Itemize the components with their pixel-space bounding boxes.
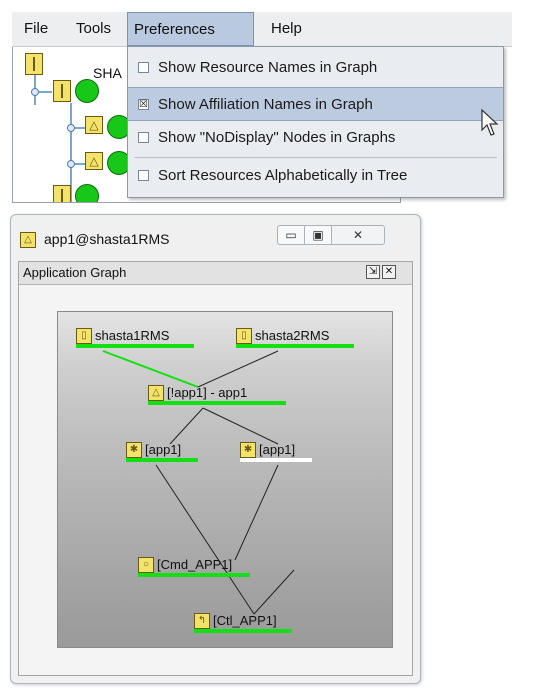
application-triangle-icon: △ xyxy=(85,116,103,134)
node-status-bar xyxy=(138,573,250,577)
node-status-bar xyxy=(76,344,194,348)
checkbox-unchecked-icon[interactable] xyxy=(138,132,149,143)
graph-node-ctl[interactable]: ↰ [Ctl_APP1] xyxy=(194,613,292,633)
graph-edge-shasta2-app1 xyxy=(197,350,279,388)
graph-node-cmd[interactable]: ○ [Cmd_APP1] xyxy=(138,557,250,577)
graph-edge-cmd-ctl xyxy=(253,569,295,615)
cmdline-icon: ○ xyxy=(138,557,154,573)
menu-item-label: Show Affiliation Names in Graph xyxy=(158,96,373,113)
application-window: △ app1@shasta1RMS ▭ ▣ ✕ Application Grap… xyxy=(10,214,421,684)
menu-bar: File Tools Preferences Help xyxy=(12,12,512,47)
menu-tools[interactable]: Tools xyxy=(69,12,118,46)
node-status-bar xyxy=(148,401,286,405)
menu-separator xyxy=(134,157,497,158)
application-triangle-icon: △ xyxy=(85,152,103,170)
graph-node-label: [app1] xyxy=(259,442,296,457)
cluster-icon xyxy=(25,53,43,75)
status-online-icon xyxy=(75,79,99,103)
application-triangle-icon: △ xyxy=(20,232,36,248)
menu-file[interactable]: File xyxy=(17,12,55,46)
system-icon xyxy=(53,80,71,102)
graph-node-shasta2[interactable]: ▯ shasta2RMS xyxy=(236,328,354,348)
menu-item-show-nodisplay-nodes[interactable]: Show "NoDisplay" Nodes in Graphs xyxy=(128,121,503,155)
graph-node-app1[interactable]: △ [!app1] - app1 xyxy=(148,385,286,405)
graph-node-c1[interactable]: ✱ [app1] xyxy=(126,442,198,462)
menu-item-show-resource-names[interactable]: Show Resource Names in Graph xyxy=(128,51,503,85)
graph-node-shasta1[interactable]: ▯ shasta1RMS xyxy=(76,328,194,348)
menu-help[interactable]: Help xyxy=(264,12,309,46)
graph-node-label: shasta2RMS xyxy=(255,328,330,343)
controller-star-icon: ✱ xyxy=(126,442,142,458)
node-status-bar xyxy=(194,629,292,633)
maximize-button[interactable]: ▣ xyxy=(304,225,332,245)
window-title: app1@shasta1RMS xyxy=(44,231,170,247)
graph-edge-c1-ctl xyxy=(155,464,255,615)
menu-item-label: Sort Resources Alphabetically in Tree xyxy=(158,167,408,184)
node-status-bar xyxy=(236,344,354,348)
menu-item-label: Show Resource Names in Graph xyxy=(158,59,378,76)
graph-edge-shasta1-app1 xyxy=(102,350,199,388)
graph-node-label: [app1] xyxy=(145,442,182,457)
menu-preferences[interactable]: Preferences xyxy=(127,12,254,46)
minimize-button[interactable]: ▭ xyxy=(277,225,305,245)
system-icon: ▯ xyxy=(76,328,92,344)
graph-node-c2[interactable]: ✱ [app1] xyxy=(240,442,312,462)
panel-header: Application Graph ⇲ ✕ xyxy=(19,262,412,285)
graph-edge-app1-c1 xyxy=(169,407,204,445)
controller-star-icon: ✱ xyxy=(240,442,256,458)
tree-root-label: SHA xyxy=(93,65,122,81)
preferences-dropdown: Show Resource Names in Graph ☒ Show Affi… xyxy=(127,46,504,198)
close-icon[interactable]: ✕ xyxy=(382,265,396,279)
graph-node-label: [Cmd_APP1] xyxy=(157,557,233,572)
status-online-icon xyxy=(75,184,99,202)
panel-title: Application Graph xyxy=(23,265,127,280)
undock-icon[interactable]: ⇲ xyxy=(366,265,380,279)
tree-expander[interactable] xyxy=(67,124,75,132)
tree-expander[interactable] xyxy=(67,160,75,168)
controller-arrow-icon: ↰ xyxy=(194,613,210,629)
tree-expander[interactable] xyxy=(31,88,39,96)
mouse-cursor-icon xyxy=(481,108,499,136)
node-status-bar xyxy=(240,458,312,462)
system-icon xyxy=(53,185,71,202)
checkbox-checked-icon[interactable]: ☒ xyxy=(138,99,149,110)
checkbox-unchecked-icon[interactable] xyxy=(138,62,149,73)
graph-edge-c2-cmd xyxy=(234,464,279,561)
graph-edges xyxy=(102,350,295,615)
graph-node-label: shasta1RMS xyxy=(95,328,170,343)
application-triangle-icon: △ xyxy=(148,385,164,401)
system-icon: ▯ xyxy=(236,328,252,344)
menu-item-show-affiliation-names[interactable]: ☒ Show Affiliation Names in Graph xyxy=(128,87,503,121)
menu-item-sort-resources[interactable]: Sort Resources Alphabetically in Tree xyxy=(128,159,503,193)
checkbox-unchecked-icon[interactable] xyxy=(138,170,149,181)
close-button[interactable]: ✕ xyxy=(331,225,385,245)
graph-node-label: [Ctl_APP1] xyxy=(213,613,277,628)
node-status-bar xyxy=(126,458,198,462)
menu-item-label: Show "NoDisplay" Nodes in Graphs xyxy=(158,129,396,146)
graph-canvas: ▯ shasta1RMS ▯ shasta2RMS △ [!app1] - app1 ✱ [a… xyxy=(57,311,393,648)
graph-edge-app1-c2 xyxy=(202,407,279,445)
graph-node-label: [!app1] - app1 xyxy=(167,385,248,400)
